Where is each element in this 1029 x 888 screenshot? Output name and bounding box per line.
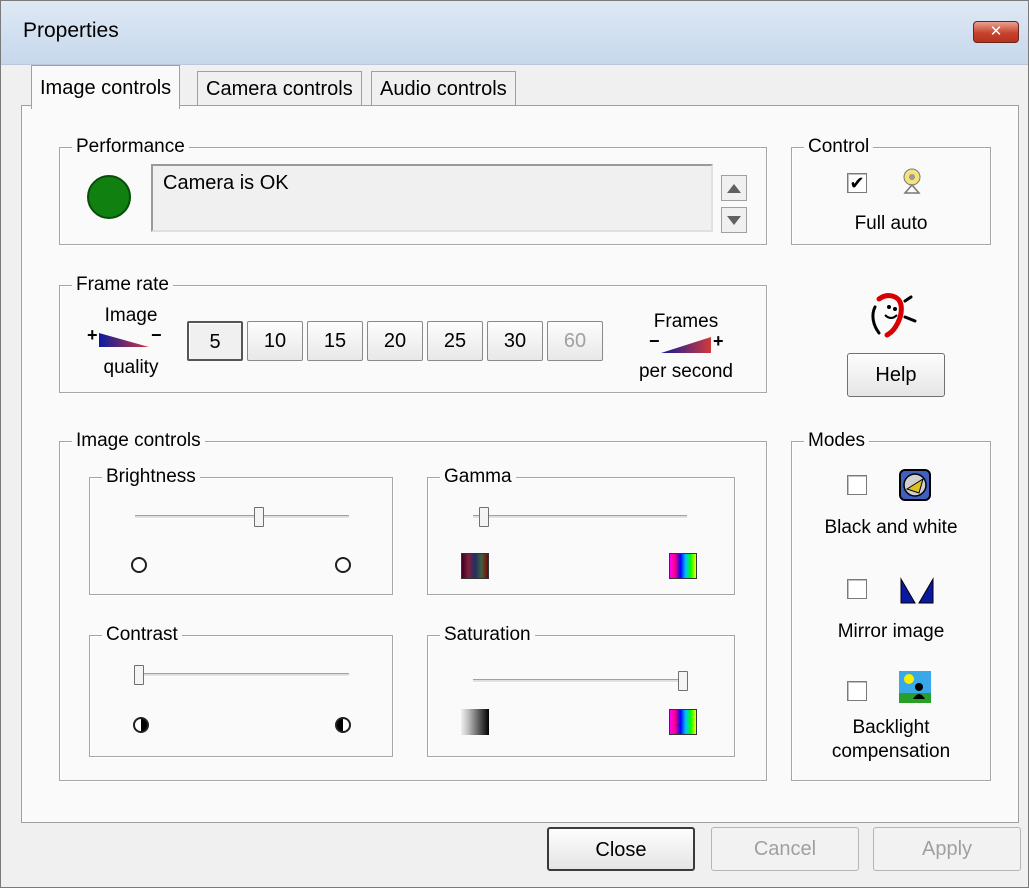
- frame-rate-group-label: Frame rate: [72, 273, 173, 297]
- cancel-button: Cancel: [711, 827, 859, 871]
- black-and-white-checkbox[interactable]: [847, 475, 867, 495]
- high-brightness-icon: [335, 557, 351, 573]
- arrow-up-icon: [727, 183, 741, 193]
- image-quality-icon: + −: [87, 325, 167, 349]
- help-button[interactable]: Help: [847, 353, 945, 397]
- mascot-icon: [865, 291, 919, 339]
- backlight-label-line1: Backlight: [852, 717, 930, 738]
- fps-label: 15: [323, 330, 347, 352]
- black-and-white-icon: [899, 469, 931, 501]
- contrast-label: Contrast: [102, 623, 182, 647]
- title-bar: Properties ✕: [1, 1, 1028, 65]
- low-saturation-icon: [461, 709, 489, 735]
- plus-label: +: [87, 325, 98, 345]
- brightness-slider-thumb[interactable]: [254, 507, 265, 527]
- cancel-button-label: Cancel: [753, 838, 817, 860]
- image-controls-group-label: Image controls: [72, 429, 205, 453]
- per-second-label: per second: [638, 361, 733, 382]
- low-contrast-icon: [133, 717, 149, 733]
- arrow-down-icon: [727, 215, 741, 225]
- mirror-image-checkbox[interactable]: [847, 579, 867, 599]
- fps-button-20[interactable]: 20: [367, 321, 423, 361]
- saturation-track: [473, 679, 683, 683]
- help-button-label: Help: [875, 364, 917, 386]
- modes-group-label: Modes: [804, 429, 870, 453]
- gamma-track: [473, 515, 687, 519]
- brightness-group: Brightness: [89, 465, 393, 595]
- minus-label: −: [649, 331, 660, 351]
- tab-label: Image controls: [40, 77, 172, 99]
- tab-image-controls[interactable]: Image controls: [31, 65, 181, 109]
- high-saturation-icon: [669, 709, 697, 735]
- full-auto-checkbox[interactable]: ✔: [847, 173, 867, 193]
- contrast-group: Contrast: [89, 623, 393, 757]
- mirror-image-label: Mirror image: [837, 621, 945, 642]
- close-button-label: Close: [595, 839, 647, 861]
- backlight-label-line2: compensation: [831, 741, 951, 762]
- checkmark-icon: ✔: [849, 173, 865, 193]
- saturation-slider-thumb[interactable]: [678, 671, 688, 691]
- minus-label: −: [151, 325, 162, 345]
- image-label: Image: [104, 305, 158, 326]
- low-brightness-icon: [131, 557, 147, 573]
- fps-label: 20: [383, 330, 407, 352]
- brightness-label: Brightness: [102, 465, 200, 489]
- fps-button-5[interactable]: 5: [187, 321, 243, 361]
- fps-label: 30: [503, 330, 527, 352]
- high-contrast-icon: [335, 717, 351, 733]
- scroll-up-button[interactable]: [721, 175, 747, 201]
- close-button[interactable]: Close: [547, 827, 695, 871]
- fps-label: 60: [563, 330, 587, 352]
- webcam-icon: [899, 167, 925, 197]
- control-group-label: Control: [804, 135, 874, 159]
- tab-camera-controls[interactable]: Camera controls: [197, 71, 362, 105]
- scroll-down-button[interactable]: [721, 207, 747, 233]
- fps-label: 5: [209, 331, 221, 353]
- performance-group-label: Performance: [72, 135, 189, 159]
- frames-label: Frames: [653, 311, 719, 332]
- fps-button-10[interactable]: 10: [247, 321, 303, 361]
- close-icon[interactable]: ✕: [973, 21, 1019, 43]
- full-auto-label: Full auto: [854, 213, 928, 234]
- fps-label: 25: [443, 330, 467, 352]
- contrast-slider-thumb[interactable]: [134, 665, 144, 685]
- status-indicator: [87, 175, 131, 219]
- saturation-group: Saturation: [427, 623, 735, 757]
- backlight-checkbox[interactable]: [847, 681, 867, 701]
- tab-label: Audio controls: [380, 78, 507, 100]
- low-gamma-icon: [461, 553, 489, 579]
- mirror-icon: [899, 577, 935, 605]
- saturation-label: Saturation: [440, 623, 535, 647]
- tab-audio-controls[interactable]: Audio controls: [371, 71, 516, 105]
- fps-button-30[interactable]: 30: [487, 321, 543, 361]
- black-and-white-label: Black and white: [824, 517, 958, 538]
- plus-label: +: [713, 331, 724, 351]
- quality-label: quality: [103, 357, 159, 378]
- fps-button-60: 60: [547, 321, 603, 361]
- apply-button-label: Apply: [921, 838, 973, 860]
- apply-button: Apply: [873, 827, 1021, 871]
- properties-window: Properties ✕ Image controls Camera contr…: [0, 0, 1029, 888]
- gamma-slider-thumb[interactable]: [478, 507, 489, 527]
- status-text: Camera is OK: [163, 172, 289, 194]
- high-gamma-icon: [669, 553, 697, 579]
- fps-button-25[interactable]: 25: [427, 321, 483, 361]
- tab-label: Camera controls: [206, 78, 353, 100]
- gamma-label: Gamma: [440, 465, 516, 489]
- contrast-track: [139, 673, 349, 677]
- fps-button-15[interactable]: 15: [307, 321, 363, 361]
- frames-per-second-icon: − +: [649, 331, 729, 355]
- brightness-track: [135, 515, 349, 519]
- window-title: Properties: [23, 19, 119, 42]
- backlight-icon: [899, 671, 931, 703]
- status-text-box: Camera is OK: [151, 164, 713, 232]
- fps-label: 10: [263, 330, 287, 352]
